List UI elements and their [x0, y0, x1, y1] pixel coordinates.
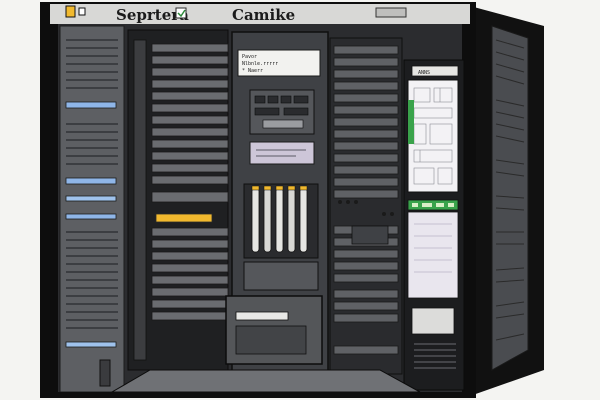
cabinet-base [40, 392, 476, 398]
panel-note-line3: * Naerr [242, 68, 263, 74]
display-header-text: ANNS [418, 70, 430, 76]
cabinet-floor [110, 369, 421, 393]
lower-center-panel [243, 261, 319, 291]
left-rack-units [151, 43, 229, 321]
lower-right-panel [411, 307, 455, 335]
left-door-panel [59, 25, 125, 393]
left-door-handle [99, 359, 111, 387]
schematic-display [407, 79, 459, 193]
yellow-square-icon [65, 5, 76, 18]
header-badge [375, 7, 407, 18]
small-square-icon [78, 7, 86, 16]
drawer-label [235, 311, 289, 321]
drawer-inner [235, 325, 307, 355]
yellow-rack-unit [155, 213, 213, 223]
lower-display-screen [407, 211, 459, 299]
server-rack-illustration: Seprtera Camike Pavor Nlbnle.rrrrr * Nae… [0, 0, 600, 400]
green-status-bar [408, 100, 414, 144]
panel-note-line1: Pavor [242, 54, 257, 60]
header-right-title: Camike [232, 6, 295, 24]
panel-note-line2: Nlbnle.rrrrr [242, 61, 278, 67]
center-status-screen [249, 141, 315, 165]
right-rack-module [351, 225, 389, 245]
left-rack-rail [133, 39, 147, 361]
